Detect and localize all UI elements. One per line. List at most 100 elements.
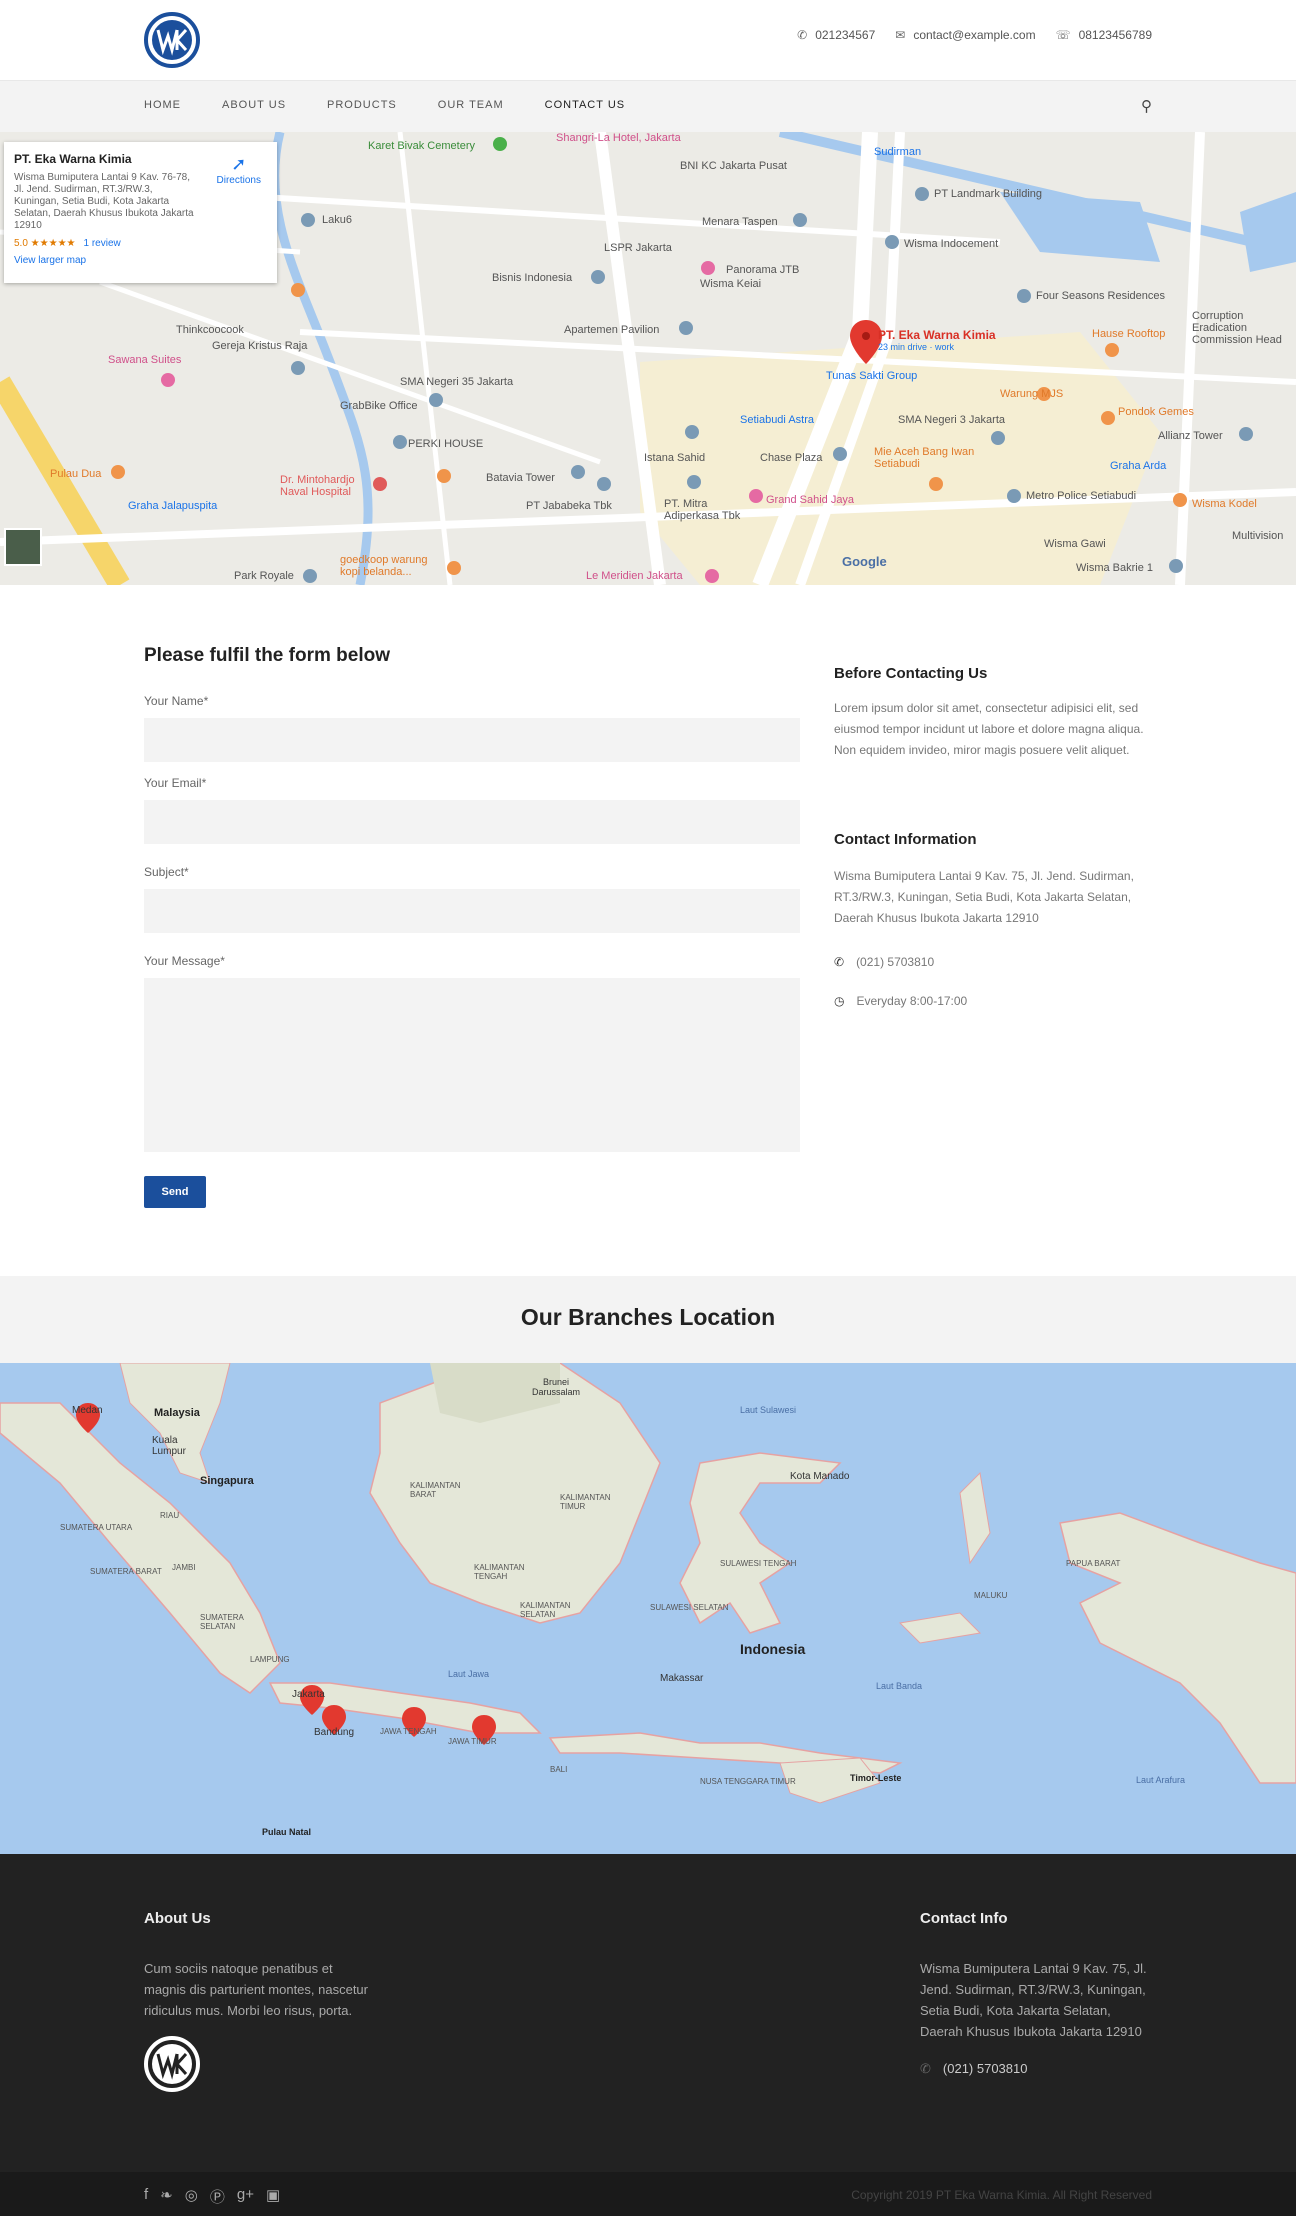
map-place-label: Sumatera Barat <box>90 1567 162 1576</box>
map-place-label: Batavia Tower <box>486 472 555 484</box>
footer-contact-address: Wisma Bumiputera Lantai 9 Kav. 75, Jl. J… <box>920 1961 1147 2039</box>
map-place-label: Graha Arda <box>1110 460 1167 472</box>
nav-about-us[interactable]: ABOUT US <box>222 99 286 111</box>
map-place-label: PT Landmark Building <box>934 188 1043 200</box>
map-place-label: Sawana Suites <box>108 354 182 366</box>
map-place-label: Medan <box>72 1405 103 1416</box>
map-place-label: Setiabudi Astra <box>740 414 814 426</box>
envelope-icon: ✉ <box>895 28 906 42</box>
nav-menu: HOME ABOUT US PRODUCTS OUR TEAM CONTACT … <box>144 99 625 111</box>
pinterest-icon[interactable]: Ⓟ <box>210 2186 225 2207</box>
branches-title: Our Branches Location <box>520 1304 776 1330</box>
googleplus-icon[interactable]: g+ <box>237 2186 254 2207</box>
nav-our-team[interactable]: OUR TEAM <box>438 99 504 111</box>
map-place-label: Pondok Gemes <box>1118 406 1194 418</box>
map-place-label: Chase Plaza <box>760 452 823 464</box>
phone-icon: ✆ <box>834 955 845 969</box>
map-place-label: Shangri-La Hotel, Jakarta <box>556 132 681 144</box>
social-links: f ❧ ◎ Ⓟ g+ ▣ <box>144 2186 280 2207</box>
before-title: Before Contacting Us <box>834 665 988 682</box>
map-place-label: Mie Aceh Bang Iwan Setiabudi <box>874 446 975 470</box>
subject-input[interactable] <box>144 889 800 933</box>
map-place-label: Sulawesi Tengah <box>720 1559 797 1568</box>
map-place-label: Timor-Leste <box>850 1773 902 1783</box>
main-nav: HOME ABOUT US PRODUCTS OUR TEAM CONTACT … <box>0 80 1296 132</box>
phone-icon: ✆ <box>797 28 808 42</box>
map-place-label: Wisma Bakrie 1 <box>1076 562 1154 574</box>
footer-contact-phone[interactable]: ✆ (021) 5703810 <box>920 2058 1027 2079</box>
header-email[interactable]: ✉ contact@example.com <box>895 28 1035 42</box>
map-place-label: PT Jababeka Tbk <box>526 500 612 512</box>
map-place-label: Brunei Darussalam <box>531 1377 580 1397</box>
map-place-label: Wisma Kodel <box>1192 498 1257 510</box>
header-phone[interactable]: ✆ 021234567 <box>797 28 875 42</box>
twitter-icon[interactable]: ❧ <box>160 2186 173 2207</box>
map-place-label: Wisma Indocement <box>904 238 999 250</box>
info-phone[interactable]: ✆ (021) 5703810 <box>834 955 934 969</box>
top-bar: ✆ 021234567 ✉ contact@example.com ☏ 0812345… <box>0 0 1296 80</box>
send-button[interactable]: Send <box>144 1176 206 1208</box>
map-place-label: Laut Sulawesi <box>740 1405 797 1415</box>
dribbble-icon[interactable]: ◎ <box>185 2186 198 2207</box>
map-place-label: Maluku <box>974 1591 1008 1600</box>
footer: About Us Cum sociis natoque penatibus et… <box>0 1854 1296 2172</box>
facebook-icon[interactable]: f <box>144 2186 148 2207</box>
map-place-label: Graha Jalapuspita <box>128 500 218 512</box>
name-input[interactable] <box>144 718 800 762</box>
map-place-label: Sumatera Utara <box>60 1523 133 1532</box>
nav-contact-us[interactable]: CONTACT US <box>545 99 626 111</box>
location-map[interactable]: PT. Eka Warna Kimia 23 min drive · work … <box>0 132 1296 585</box>
instagram-icon[interactable]: ▣ <box>266 2186 280 2207</box>
map-place-label: Singapura <box>200 1475 254 1487</box>
map-place-label: Papua Barat <box>1066 1559 1121 1568</box>
map-place-label: Sulawesi Selatan <box>650 1603 729 1612</box>
map-place-label: Laku6 <box>322 214 352 226</box>
map-place-label: Thinkcoocook <box>176 324 244 336</box>
map-place-label: GrabBike Office <box>340 400 418 412</box>
map-place-label: Karet Bivak Cemetery <box>368 140 475 152</box>
directions-button[interactable]: ➚ Directions <box>217 154 261 186</box>
map-place-label: Pulau Dua <box>50 468 102 480</box>
search-icon[interactable]: ⚲ <box>1141 97 1152 115</box>
map-place-label: Riau <box>160 1511 180 1520</box>
header-contacts: ✆ 021234567 ✉ contact@example.com ☏ 0812345… <box>797 28 1152 42</box>
map-card-reviews-link[interactable]: 1 review <box>84 238 121 249</box>
map-place-label: Kuala Lumpur <box>152 1435 186 1457</box>
map-place-label: Laut Banda <box>876 1681 923 1691</box>
footer-logo[interactable] <box>144 2036 200 2092</box>
company-logo[interactable] <box>144 12 200 68</box>
map-place-label: Jawa Timur <box>448 1737 497 1746</box>
phone-icon: ✆ <box>920 2061 931 2076</box>
map-place-label: Sumatera Selatan <box>200 1613 244 1631</box>
map-place-label: LSPR Jakarta <box>604 242 672 254</box>
google-logo: Google <box>842 554 887 569</box>
map-pin-label[interactable]: PT. Eka Warna Kimia <box>878 328 996 342</box>
satellite-toggle[interactable] <box>4 528 42 566</box>
map-place-label: Tunas Sakti Group <box>826 370 918 382</box>
map-place-label: Allianz Tower <box>1158 430 1223 442</box>
map-place-label: Multivision <box>1232 530 1284 542</box>
page: ✆ 021234567 ✉ contact@example.com ☏ 0812345… <box>0 0 1296 2216</box>
map-place-label: Lampung <box>250 1655 290 1664</box>
indonesia-land <box>0 1363 1296 1854</box>
map-place-label: Nusa Tenggara Timur <box>700 1777 796 1786</box>
footer-contact-title: Contact Info <box>920 1910 1008 1927</box>
map-place-label: Jakarta <box>292 1689 325 1700</box>
nav-products[interactable]: PRODUCTS <box>327 99 397 111</box>
view-larger-map-link[interactable]: View larger map <box>14 255 267 266</box>
map-place-label: Makassar <box>660 1673 704 1684</box>
header-whatsapp[interactable]: ☏ 08123456789 <box>1056 28 1152 42</box>
map-place-label: Menara Taspen <box>702 216 778 228</box>
map-place-label: Apartemen Pavilion <box>564 324 660 336</box>
branches-map[interactable]: Malaysia Kuala Lumpur Singapura Medan Br… <box>0 1363 1296 1854</box>
email-input[interactable] <box>144 800 800 844</box>
contact-section: Please fulfil the form below Your Name* … <box>0 585 1296 1276</box>
nav-home[interactable]: HOME <box>144 99 181 111</box>
map-place-label: Kalimantan Timur <box>560 1493 611 1511</box>
message-textarea[interactable] <box>144 978 800 1152</box>
name-label: Your Name* <box>144 694 209 708</box>
map-place-label: Wisma Gawi <box>1044 538 1106 550</box>
map-place-label: Jambi <box>172 1563 196 1572</box>
map-place-label: Metro Police Setiabudi <box>1026 490 1137 502</box>
map-place-label: Laut Arafura <box>1136 1775 1186 1785</box>
